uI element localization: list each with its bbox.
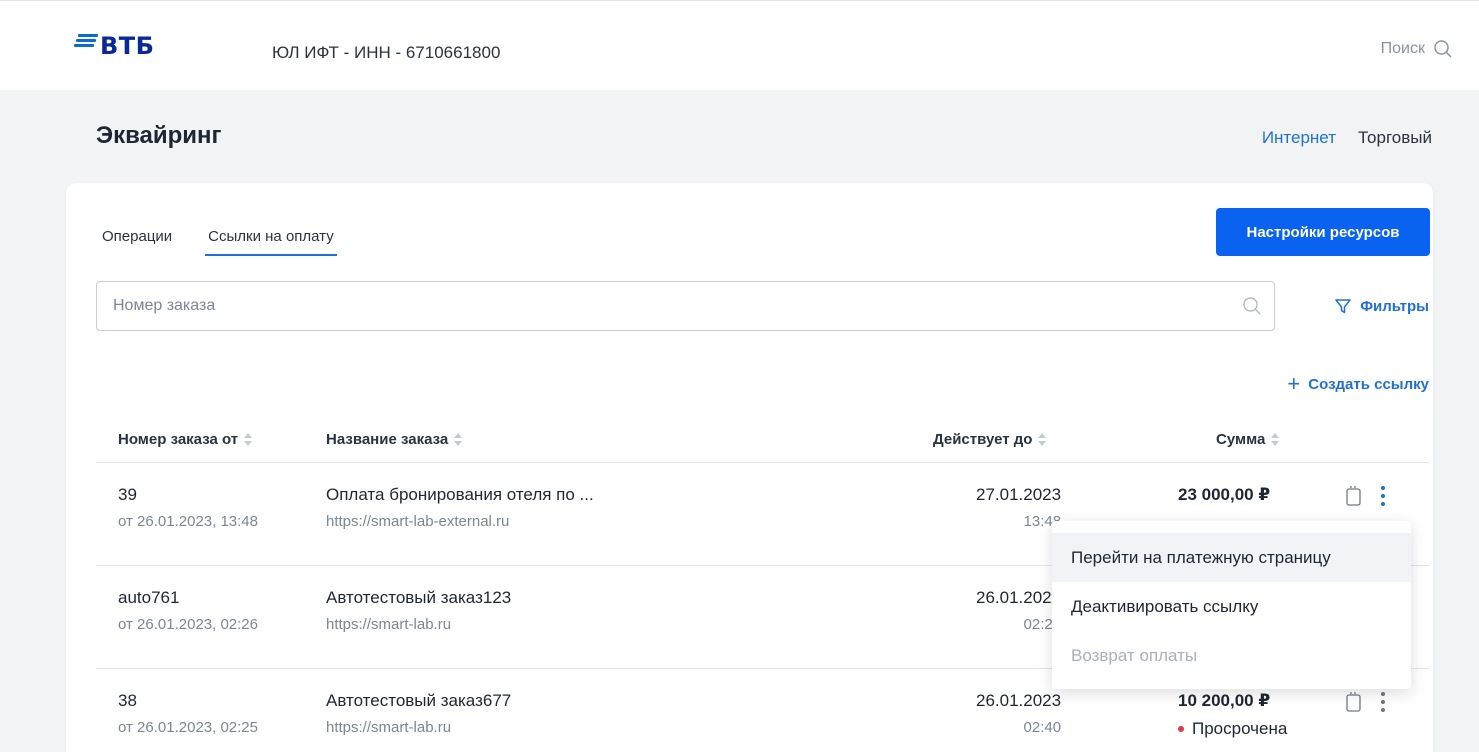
copy-icon[interactable] bbox=[1344, 691, 1364, 713]
valid-date: 26.01.2023 bbox=[976, 691, 1062, 710]
order-number: 39 bbox=[118, 485, 137, 504]
order-search-input[interactable] bbox=[97, 282, 1274, 330]
type-trade[interactable]: Торговый bbox=[1358, 128, 1432, 148]
resource-settings-button[interactable]: Настройки ресурсов bbox=[1216, 208, 1430, 256]
order-amount: 23 000,00 ₽ bbox=[1178, 485, 1271, 504]
column-amount[interactable]: Сумма bbox=[1216, 431, 1280, 448]
table-header: Номер заказа от Название заказа Действуе… bbox=[96, 419, 1429, 463]
filters-label: Фильтры bbox=[1360, 297, 1429, 315]
logo-mark-icon bbox=[74, 34, 98, 48]
search-icon[interactable] bbox=[1242, 296, 1262, 316]
top-bar: ВТБ ЮЛ ИФТ - ИНН - 6710661800 Поиск bbox=[0, 0, 1479, 90]
plus-icon: + bbox=[1287, 371, 1301, 396]
order-url[interactable]: https://smart-lab.ru bbox=[326, 719, 511, 736]
order-amount: 10 200,00 ₽ bbox=[1178, 691, 1271, 710]
column-order-name[interactable]: Название заказа bbox=[326, 431, 463, 448]
order-name: Автотестовый заказ123 bbox=[326, 588, 512, 607]
sort-icon bbox=[1038, 433, 1047, 446]
order-name: Автотестовый заказ677 bbox=[326, 691, 512, 710]
menu-item-refund: Возврат оплаты bbox=[1071, 645, 1198, 665]
order-number: 38 bbox=[118, 691, 137, 710]
status-badge: Просрочена bbox=[1178, 719, 1287, 739]
overdue-dot-icon bbox=[1178, 726, 1184, 732]
valid-date: 27.01.2023 bbox=[976, 485, 1062, 504]
menu-item-deactivate-link[interactable]: Деактивировать ссылку bbox=[1052, 582, 1411, 631]
row-actions-menu-button[interactable] bbox=[1377, 690, 1389, 714]
order-url[interactable]: https://smart-lab.ru bbox=[326, 616, 511, 633]
order-created: от 26.01.2023, 02:25 bbox=[118, 719, 258, 736]
order-created: от 26.01.2023, 02:26 bbox=[118, 616, 258, 633]
type-internet[interactable]: Интернет bbox=[1262, 128, 1336, 148]
order-name: Оплата бронирования отеля по ... bbox=[326, 485, 594, 504]
tab-payment-links[interactable]: Ссылки на оплату bbox=[205, 228, 337, 256]
copy-icon[interactable] bbox=[1344, 485, 1364, 507]
create-link-button[interactable]: + Создать ссылку bbox=[1287, 373, 1429, 395]
row-actions-menu-button[interactable] bbox=[1377, 484, 1389, 508]
create-link-label: Создать ссылку bbox=[1308, 375, 1429, 393]
status-label: Просрочена bbox=[1192, 719, 1288, 738]
column-label: Название заказа bbox=[326, 431, 449, 448]
logo-text: ВТБ bbox=[100, 32, 155, 60]
valid-time: 13:48 bbox=[1023, 513, 1062, 530]
row-actions-menu: Перейти на платежную страницу Деактивиро… bbox=[1052, 521, 1411, 689]
column-label: Номер заказа от bbox=[118, 431, 239, 448]
sort-icon bbox=[1271, 433, 1280, 446]
filters-button[interactable]: Фильтры bbox=[1334, 297, 1429, 315]
page-title: Эквайринг bbox=[96, 122, 222, 149]
menu-item-go-to-payment-page[interactable]: Перейти на платежную страницу bbox=[1052, 533, 1411, 582]
valid-date: 26.01.2023 bbox=[976, 588, 1062, 607]
column-label: Сумма bbox=[1216, 431, 1266, 448]
column-order-number[interactable]: Номер заказа от bbox=[118, 431, 253, 448]
acquiring-type-switch: Интернет Торговый bbox=[1262, 128, 1432, 148]
order-created: от 26.01.2023, 13:48 bbox=[118, 513, 258, 530]
global-search-label: Поиск bbox=[1380, 40, 1425, 57]
valid-time: 02:40 bbox=[1023, 719, 1062, 736]
filter-icon bbox=[1335, 299, 1351, 314]
tabs: Операции Ссылки на оплату bbox=[102, 228, 337, 256]
company-name[interactable]: ЮЛ ИФТ - ИНН - 6710661800 bbox=[272, 43, 500, 63]
sort-icon bbox=[244, 433, 253, 446]
order-url[interactable]: https://smart-lab-external.ru bbox=[326, 513, 594, 530]
search-icon bbox=[1434, 40, 1452, 58]
order-number: auto761 bbox=[118, 588, 180, 607]
order-search-field bbox=[96, 281, 1275, 331]
vtb-logo[interactable]: ВТБ bbox=[74, 29, 154, 63]
tab-operations[interactable]: Операции bbox=[102, 228, 172, 256]
global-search-button[interactable]: Поиск bbox=[1381, 39, 1453, 59]
column-valid-until[interactable]: Действует до bbox=[933, 431, 1047, 448]
column-label: Действует до bbox=[933, 431, 1033, 448]
sort-icon bbox=[454, 433, 463, 446]
valid-time: 02:26 bbox=[1023, 616, 1062, 633]
